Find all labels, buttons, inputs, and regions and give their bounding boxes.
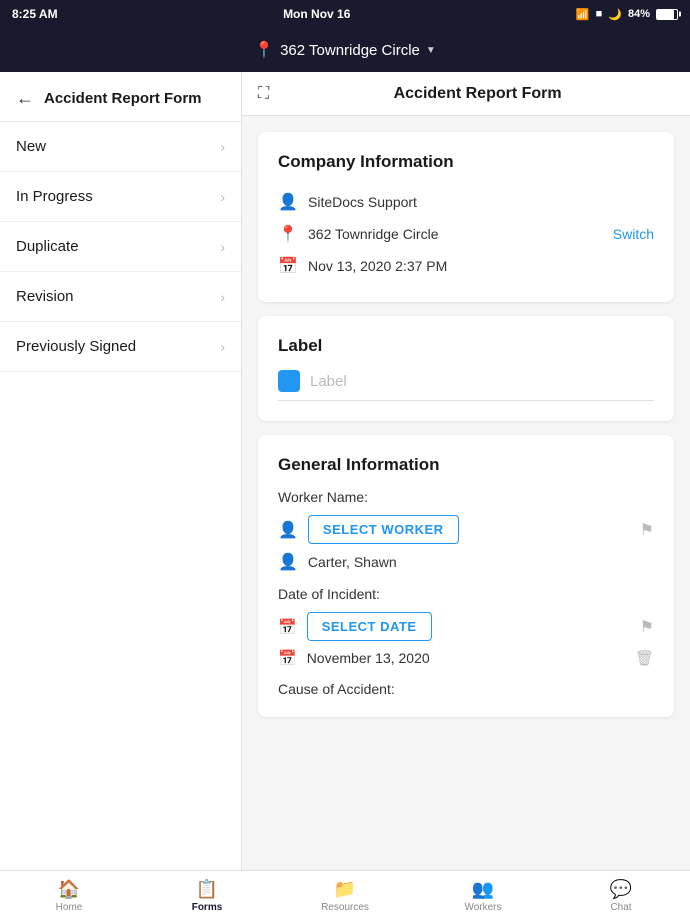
select-worker-button[interactable]: SELECT WORKER — [308, 515, 459, 544]
chevron-right-icon: › — [220, 189, 225, 205]
date-value-row: 📅 November 13, 2020 🗑 — [278, 649, 654, 667]
company-datetime: Nov 13, 2020 2:37 PM — [308, 258, 447, 274]
sidebar-item-in-progress-label: In Progress — [16, 188, 93, 205]
chevron-right-icon: › — [220, 139, 225, 155]
dropdown-arrow-icon: ▼ — [426, 45, 436, 56]
content-scroll: Company Information 👤 SiteDocs Support 📍… — [242, 116, 690, 870]
tab-home[interactable]: 🏠 Home — [0, 875, 138, 917]
company-info-title: Company Information — [278, 152, 654, 172]
general-info-card: General Information Worker Name: 👤 SELEC… — [258, 435, 674, 717]
tab-forms-label: Forms — [192, 902, 223, 913]
sidebar-item-in-progress[interactable]: In Progress › — [0, 172, 241, 222]
tab-resources-label: Resources — [321, 902, 369, 913]
calendar-value-icon: 📅 — [278, 649, 297, 667]
sidebar-nav: New › In Progress › Duplicate › Revision… — [0, 122, 241, 870]
location-pin-icon: 📍 — [254, 40, 274, 60]
location-row: 📍 362 Townridge Circle Switch — [278, 218, 654, 250]
status-bar: 8:25 AM Mon Nov 16 📶 ■ 🌙 84% — [0, 0, 690, 28]
map-pin-icon: 📍 — [278, 224, 298, 244]
chevron-right-icon: › — [220, 339, 225, 355]
status-icons: 📶 ■ 🌙 84% — [576, 8, 678, 21]
sidebar-item-revision[interactable]: Revision › — [0, 272, 241, 322]
worker-select-icon: 👤 — [278, 520, 298, 540]
label-card: Label Label — [258, 316, 674, 421]
tab-chat[interactable]: 💬 Chat — [552, 875, 690, 917]
label-field[interactable]: Label — [278, 370, 654, 401]
signal-icon: ■ — [596, 8, 603, 20]
status-time: 8:25 AM — [12, 7, 58, 21]
tab-workers[interactable]: 👥 Workers — [414, 875, 552, 917]
calendar-icon: 📅 — [278, 256, 298, 276]
main-layout: ← Accident Report Form New › In Progress… — [0, 72, 690, 870]
flag-icon: ⚑ — [640, 520, 654, 540]
chevron-right-icon: › — [220, 239, 225, 255]
datetime-row: 📅 Nov 13, 2020 2:37 PM — [278, 250, 654, 282]
worker-icon: 👤 — [278, 552, 298, 572]
tab-resources[interactable]: 📁 Resources — [276, 875, 414, 917]
label-placeholder: Label — [310, 373, 654, 390]
label-section-title: Label — [278, 336, 654, 356]
worker-select-row: 👤 SELECT WORKER ⚑ — [278, 515, 654, 544]
general-info-title: General Information — [278, 455, 654, 475]
chat-icon: 💬 — [610, 879, 632, 900]
tab-workers-label: Workers — [464, 902, 501, 913]
workers-icon: 👥 — [472, 879, 494, 900]
chevron-right-icon: › — [220, 289, 225, 305]
nav-location: 362 Townridge Circle — [280, 42, 420, 59]
content-area: ⛶ Accident Report Form Company Informati… — [242, 72, 690, 870]
expand-icon[interactable]: ⛶ — [258, 85, 269, 103]
sidebar-item-new-label: New — [16, 138, 46, 155]
content-header: ⛶ Accident Report Form — [242, 72, 690, 116]
top-nav: 📍 362 Townridge Circle ▼ — [0, 28, 690, 72]
sidebar-item-revision-label: Revision — [16, 288, 74, 305]
content-header-title: Accident Report Form — [281, 85, 674, 103]
company-row: 👤 SiteDocs Support — [278, 186, 654, 218]
tab-home-label: Home — [56, 902, 83, 913]
company-info-card: Company Information 👤 SiteDocs Support 📍… — [258, 132, 674, 302]
select-date-button[interactable]: SELECT DATE — [307, 612, 432, 641]
sidebar-item-previously-signed[interactable]: Previously Signed › — [0, 322, 241, 372]
switch-button[interactable]: Switch — [613, 226, 654, 242]
home-icon: 🏠 — [58, 879, 80, 900]
tab-bar: 🏠 Home 📋 Forms 📁 Resources 👥 Workers 💬 C… — [0, 870, 690, 920]
calendar-btn-icon: 📅 — [278, 618, 297, 636]
date-flag-icon: ⚑ — [640, 617, 654, 637]
sidebar-item-duplicate-label: Duplicate — [16, 238, 79, 255]
battery-percent: 84% — [628, 8, 650, 20]
forms-icon: 📋 — [196, 879, 218, 900]
back-button[interactable]: ← — [16, 88, 34, 109]
sidebar: ← Accident Report Form New › In Progress… — [0, 72, 242, 870]
company-name: SiteDocs Support — [308, 194, 417, 210]
tab-chat-label: Chat — [610, 902, 631, 913]
sidebar-title: Accident Report Form — [44, 90, 202, 107]
resources-icon: 📁 — [334, 879, 356, 900]
date-select-row: 📅 SELECT DATE ⚑ — [278, 612, 654, 641]
moon-icon: 🌙 — [608, 8, 622, 21]
person-icon: 👤 — [278, 192, 298, 212]
worker-name-value: Carter, Shawn — [308, 554, 397, 570]
tab-forms[interactable]: 📋 Forms — [138, 875, 276, 917]
top-nav-title[interactable]: 📍 362 Townridge Circle ▼ — [254, 40, 436, 60]
status-date: Mon Nov 16 — [283, 7, 350, 21]
date-of-incident-label: Date of Incident: — [278, 586, 654, 602]
sidebar-item-duplicate[interactable]: Duplicate › — [0, 222, 241, 272]
company-location: 362 Townridge Circle — [308, 226, 438, 242]
worker-name-label: Worker Name: — [278, 489, 654, 505]
sidebar-item-previously-signed-label: Previously Signed — [16, 338, 136, 355]
sidebar-item-new[interactable]: New › — [0, 122, 241, 172]
label-color-square — [278, 370, 300, 392]
sidebar-header: ← Accident Report Form — [0, 72, 241, 122]
battery-icon — [656, 9, 678, 20]
delete-icon[interactable]: 🗑 — [635, 649, 654, 667]
date-value: November 13, 2020 — [307, 650, 430, 666]
cause-of-accident-label: Cause of Accident: — [278, 681, 654, 697]
worker-name-row: 👤 Carter, Shawn — [278, 552, 654, 572]
wifi-icon: 📶 — [576, 8, 590, 21]
